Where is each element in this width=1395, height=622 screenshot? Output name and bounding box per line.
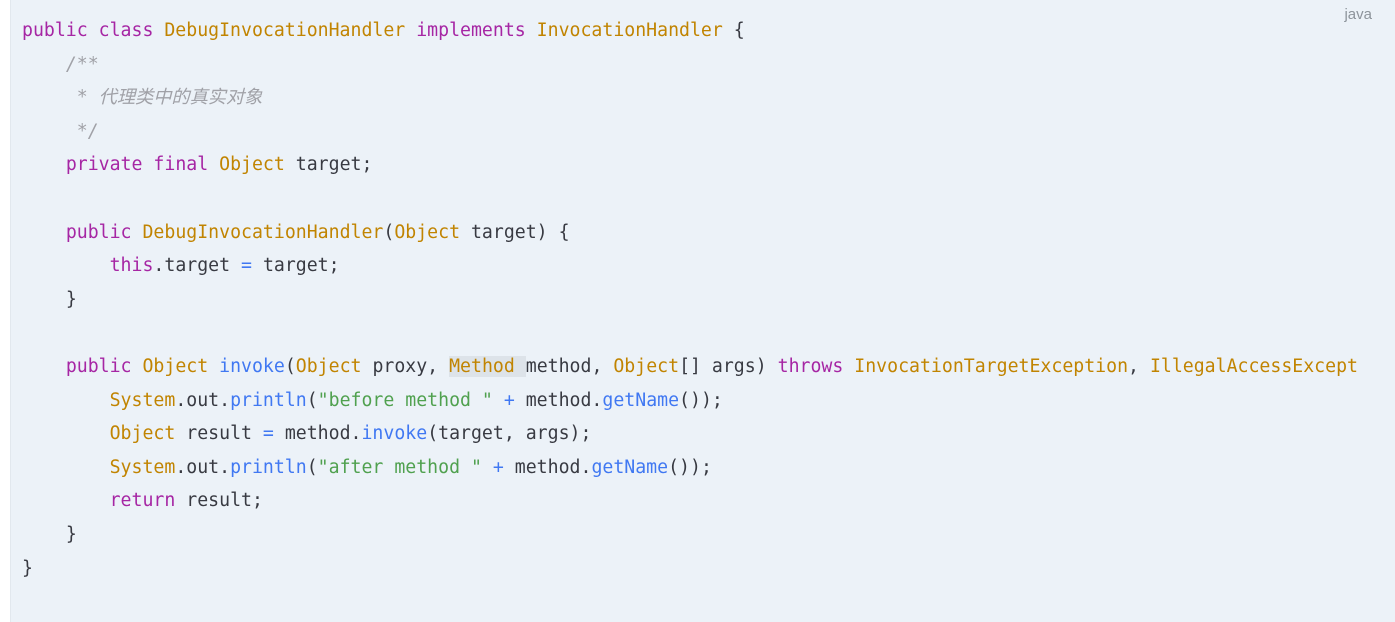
code-token: = (262, 423, 274, 445)
code-token: Object (394, 221, 461, 243)
code-line-16: } (65, 523, 77, 545)
code-line-3: * 代理类中的真实对象 (76, 87, 263, 109)
code-token: public (65, 221, 132, 243)
highlighted-word: Method (449, 355, 515, 377)
code-token: target; (262, 255, 340, 277)
code-line-8: this.target = target; (110, 255, 340, 276)
code-token: (target, args); (427, 423, 592, 445)
code-line-13: Object result = method.invoke(target, ar… (110, 423, 592, 444)
code-token: invoke (219, 355, 285, 377)
code-line-1: public class DebugInvocationHandler impl… (22, 20, 745, 41)
code-token: target) { (470, 221, 570, 243)
code-token: InvocationTargetException (854, 355, 1129, 377)
code-token: getName (591, 456, 669, 478)
code-token: { (733, 20, 745, 41)
code-token: "after method " (317, 456, 482, 478)
code-line-14: System.out.println("after method " + met… (110, 457, 712, 478)
code-token: Object (295, 355, 362, 377)
code-token: this (109, 255, 154, 277)
code-token: ( (383, 221, 395, 243)
code-token: InvocationHandler (536, 20, 723, 41)
code-token: result; (186, 490, 263, 512)
code-token: ( (306, 389, 318, 411)
code-token: Object (142, 355, 209, 377)
code-token: "before method " (317, 389, 493, 411)
code-line-11: public Object invoke(Object proxy, Metho… (65, 355, 1358, 377)
code-token: getName (602, 389, 680, 411)
code-token: target; (295, 154, 373, 176)
code-token: + (503, 389, 515, 411)
code-token: result (186, 423, 252, 445)
code-token: private (65, 154, 143, 176)
code-token (514, 355, 526, 377)
code-token: .out. (175, 389, 231, 411)
code-line-12: System.out.println("before method " + me… (110, 390, 723, 411)
code-token: println (230, 456, 307, 478)
code-token: IllegalAccessExcept (1149, 355, 1358, 377)
code-token: invoke (361, 423, 428, 445)
code-block[interactable]: java public class DebugInvocationHandler… (10, 0, 1395, 622)
code-token: DebugInvocationHandler (142, 221, 384, 243)
code-line-15: return result; (110, 490, 263, 511)
code-token: System (109, 456, 176, 478)
code-token: proxy, (372, 355, 439, 377)
code-token: ( (284, 355, 296, 377)
code-token: throws (777, 355, 844, 377)
code-line-17: } (22, 557, 33, 579)
code-token: method. (514, 456, 592, 478)
code-token: method, (525, 355, 603, 377)
code-token: Object (613, 355, 680, 377)
code-token: DebugInvocationHandler (164, 20, 406, 41)
code-token: implements (416, 20, 526, 41)
code-line-9: } (65, 288, 77, 310)
code-token: , (1128, 355, 1139, 377)
code-content[interactable]: public class DebugInvocationHandler impl… (22, 14, 1358, 585)
code-token: class (98, 20, 154, 41)
code-token: System (109, 389, 176, 411)
code-token: + (492, 456, 504, 478)
code-token: final (153, 154, 209, 176)
code-token: ( (306, 456, 318, 478)
code-token: method. (525, 389, 603, 411)
code-token: .out. (175, 456, 231, 478)
code-token: println (230, 389, 307, 411)
code-token: method. (284, 423, 362, 445)
code-line-5: private final Object target; (66, 154, 373, 175)
code-line-7: public DebugInvocationHandler(Object tar… (66, 222, 570, 243)
code-token: = (241, 255, 252, 277)
code-token: [] args) (679, 355, 767, 377)
code-line-2: /** (65, 53, 99, 75)
code-line-4: */ (76, 120, 99, 142)
code-token: public (22, 20, 88, 41)
code-token: Object (109, 423, 176, 445)
code-token: ()); (668, 456, 712, 478)
code-token: public (65, 355, 132, 377)
code-token: return (109, 490, 176, 512)
code-token: ()); (679, 389, 723, 411)
code-token: .target (153, 255, 231, 277)
code-token: Object (219, 154, 285, 176)
